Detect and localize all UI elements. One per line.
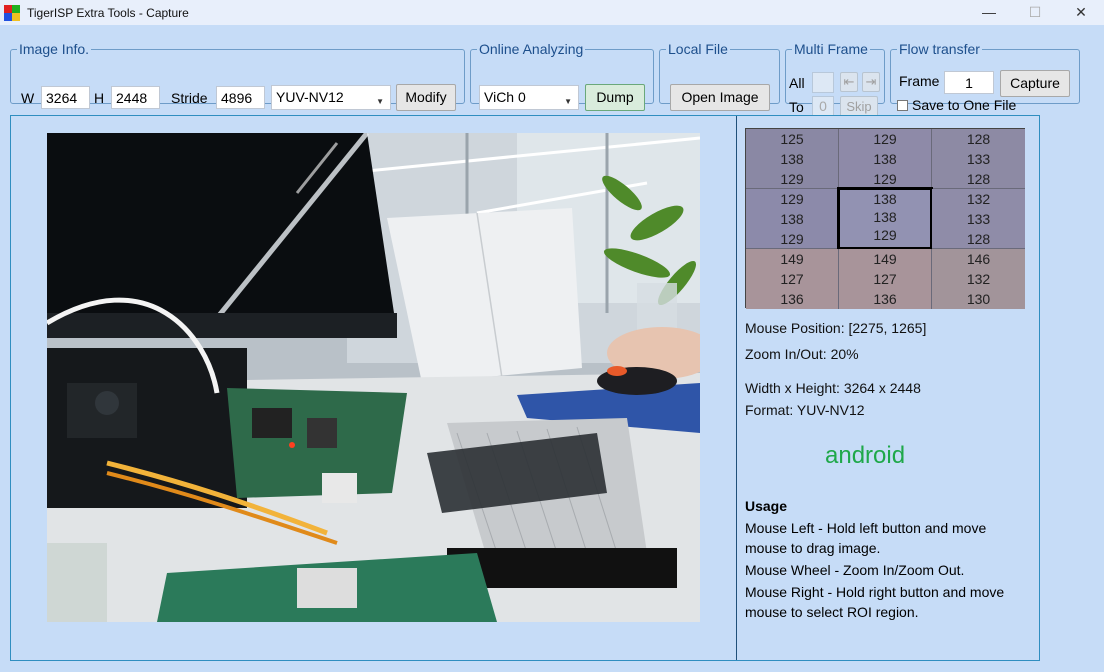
zoom-text: Zoom In/Out: 20% <box>745 346 859 362</box>
format-select[interactable]: YUV-NV12 ▼ <box>271 85 391 110</box>
save-one-file-checkbox[interactable] <box>897 100 908 111</box>
frame-input[interactable]: 1 <box>944 71 994 94</box>
pixel-value-grid: 125 138 129 129 138 129 128 133 128 129 138 129 … <box>745 128 1025 309</box>
local-file-legend: Local File <box>668 41 728 57</box>
all-input[interactable] <box>812 72 834 93</box>
save-one-file-label: Save to One File <box>912 97 1017 113</box>
panel-divider <box>736 116 737 660</box>
to-label: To <box>789 99 804 115</box>
image-format-text: Format: YUV-NV12 <box>745 402 865 418</box>
captured-photo <box>47 133 700 622</box>
usage-line: Mouse Wheel - Zoom In/Zoom Out. <box>745 562 965 578</box>
local-file-group: Local File Open Image <box>659 41 780 111</box>
next-frame-button[interactable]: ⇥ <box>862 72 880 92</box>
open-image-button[interactable]: Open Image <box>670 84 770 111</box>
multi-frame-legend: Multi Frame <box>794 41 868 57</box>
image-info-legend: Image Info. <box>19 41 90 57</box>
prev-frame-button[interactable]: ⇤ <box>840 72 858 92</box>
channel-select-value: ViCh 0 <box>484 89 526 105</box>
width-input[interactable]: 3264 <box>41 86 90 109</box>
pixel-cell: 128 133 128 <box>932 129 1025 189</box>
to-input[interactable]: 0 <box>812 96 834 117</box>
usage-line: Mouse Right - Hold right button and move <box>745 584 1005 600</box>
chevron-down-icon: ▼ <box>564 97 572 106</box>
usage-line: mouse to drag image. <box>745 540 881 556</box>
window-title: TigerISP Extra Tools - Capture <box>27 6 189 20</box>
pixel-cell-selected: 138 138 129 <box>837 187 933 250</box>
maximize-button[interactable]: ☐ <box>1012 0 1058 25</box>
online-analyzing-group: Online Analyzing ViCh 0 ▼ Dump <box>470 41 654 111</box>
pixel-cell: 149 127 136 <box>839 249 932 309</box>
dump-button[interactable]: Dump <box>585 84 645 111</box>
usage-title: Usage <box>745 498 788 514</box>
stride-label: Stride <box>171 90 208 106</box>
flow-transfer-legend: Flow transfer <box>899 41 980 57</box>
pixel-cell: 129 138 129 <box>746 189 839 249</box>
all-label: All <box>789 75 805 91</box>
capture-button[interactable]: Capture <box>1000 70 1070 97</box>
app-icon <box>4 5 20 21</box>
modify-button[interactable]: Modify <box>396 84 456 111</box>
online-analyzing-legend: Online Analyzing <box>479 41 584 57</box>
height-input[interactable]: 2448 <box>111 86 160 109</box>
multi-frame-group: Multi Frame All ⇤ ⇥ To 0 Skip <box>785 41 885 117</box>
width-label: W <box>21 90 35 106</box>
pixel-cell: 149 127 136 <box>746 249 839 309</box>
image-canvas[interactable] <box>47 133 700 622</box>
title-bar: TigerISP Extra Tools - Capture — ☐ ✕ <box>0 0 1104 25</box>
usage-line: mouse to select ROI region. <box>745 604 919 620</box>
channel-select[interactable]: ViCh 0 ▼ <box>479 85 579 110</box>
pixel-cell: 125 138 129 <box>746 129 839 189</box>
minimize-button[interactable]: — <box>966 0 1012 25</box>
pixel-cell: 132 133 128 <box>932 189 1025 249</box>
image-info-group: Image Info. W 3264 H 2448 Stride 4896 YU… <box>10 41 465 111</box>
content-area: Image Info. W 3264 H 2448 Stride 4896 YU… <box>0 25 1104 672</box>
image-size-text: Width x Height: 3264 x 2448 <box>745 380 921 396</box>
height-label: H <box>94 90 105 106</box>
close-button[interactable]: ✕ <box>1058 0 1104 25</box>
pixel-cell: 129 138 129 <box>839 129 932 189</box>
chevron-down-icon: ▼ <box>376 97 384 106</box>
flow-transfer-group: Flow transfer Frame 1 Capture Save to On… <box>890 41 1080 113</box>
skip-button[interactable]: Skip <box>840 96 878 117</box>
main-panel: 125 138 129 129 138 129 128 133 128 129 138 129 … <box>10 115 1040 661</box>
usage-line: Mouse Left - Hold left button and move <box>745 520 987 536</box>
format-select-value: YUV-NV12 <box>276 89 344 105</box>
frame-label: Frame <box>899 73 940 89</box>
stride-input[interactable]: 4896 <box>216 86 265 109</box>
pixel-cell: 146 132 130 <box>932 249 1025 309</box>
mouse-position-text: Mouse Position: [2275, 1265] <box>745 320 927 336</box>
android-label: android <box>825 442 906 469</box>
